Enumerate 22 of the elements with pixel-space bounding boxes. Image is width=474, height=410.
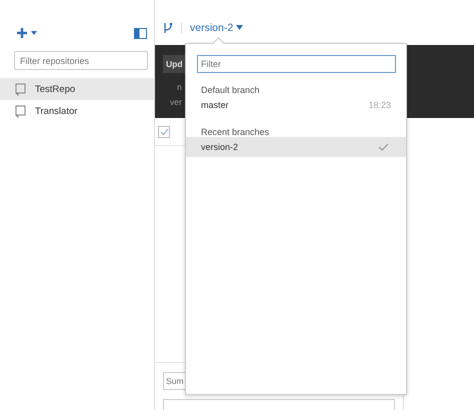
repository-icon (15, 104, 26, 118)
branch-selector[interactable]: version-2 (190, 22, 244, 34)
section-heading: Recent branches (200, 126, 270, 137)
header-text: n (177, 82, 182, 92)
branch-filter-field[interactable]: Filter (197, 55, 396, 73)
branch-item[interactable]: master 18:23 (186, 95, 406, 115)
section-heading: Default branch (200, 84, 261, 95)
repository-item[interactable]: TestRepo (0, 78, 154, 100)
repository-icon (15, 82, 26, 96)
filter-repositories-field[interactable]: Filter repositories (14, 51, 148, 70)
branch-item[interactable]: version-2 (186, 137, 406, 157)
description-field[interactable] (163, 399, 395, 410)
header-text: ver (170, 97, 182, 107)
repository-item[interactable]: Translator (0, 100, 154, 122)
update-button[interactable]: Upd (163, 55, 185, 73)
caret-icon (236, 25, 244, 30)
caret-icon[interactable] (31, 31, 37, 35)
plus-icon[interactable] (16, 27, 28, 39)
checkmark-icon (378, 143, 389, 151)
branch-icon (163, 22, 173, 34)
sidebar-toggle-icon[interactable] (134, 28, 147, 38)
select-all-checkbox[interactable] (158, 126, 170, 138)
